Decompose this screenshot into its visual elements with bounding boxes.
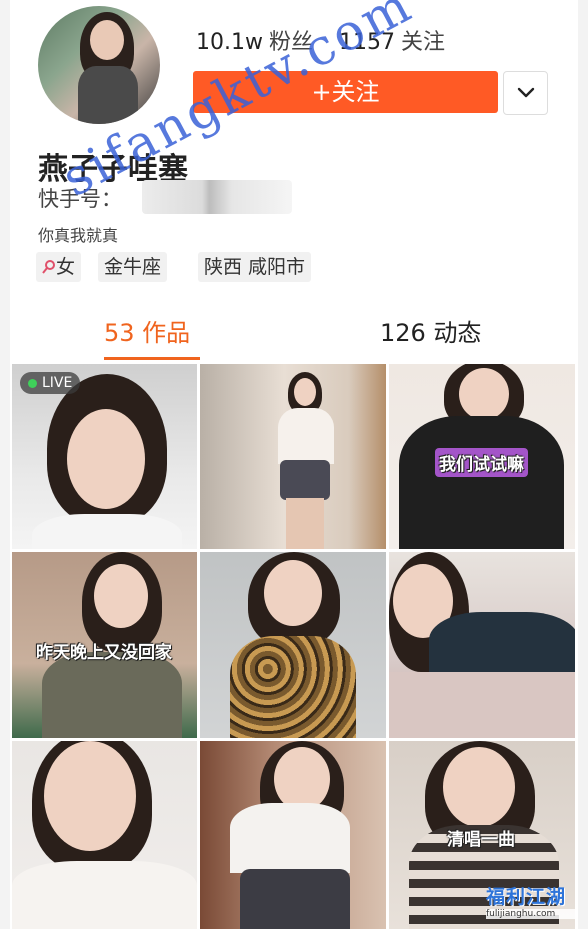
video-thumbnail-6[interactable] [389, 552, 575, 738]
corner-logo: 福利江湖 fulijianghu.com [486, 882, 578, 926]
live-badge: LIVE [20, 372, 81, 394]
video-thumbnail-5[interactable] [200, 552, 386, 738]
live-label: LIVE [42, 375, 73, 391]
video-thumbnail-8[interactable] [200, 741, 386, 929]
tab-moments[interactable]: 126 动态 [380, 313, 481, 348]
right-edge [578, 0, 588, 929]
video-thumbnail-2[interactable] [200, 364, 386, 549]
profile-bio: 你真我就真 [38, 226, 119, 245]
tab-works[interactable]: 53 作品 [104, 313, 190, 348]
more-options-button[interactable] [503, 71, 548, 115]
left-edge [0, 0, 10, 929]
video-thumbnail-3[interactable]: 我们试试嘛 [389, 364, 575, 549]
video-caption-3: 我们试试嘛 [435, 448, 528, 477]
tab-active-indicator [104, 357, 200, 360]
gender-label: 女 [56, 256, 76, 278]
kuaishou-id-redacted [142, 180, 292, 214]
video-grid: LIVE 我们试试嘛 昨天晚上又没回家 清唱一曲 [12, 364, 575, 929]
location-tag: 陕西 咸阳市 [198, 252, 312, 282]
video-caption-9: 清唱一曲 [447, 830, 515, 850]
female-icon [42, 260, 55, 274]
corner-domain: fulijianghu.com [486, 909, 578, 919]
gender-tag: 女 [36, 252, 82, 282]
chevron-down-icon [517, 87, 534, 98]
video-caption-4: 昨天晚上又没回家 [36, 643, 172, 663]
profile-avatar[interactable] [38, 6, 160, 124]
video-thumbnail-1[interactable]: LIVE [12, 364, 197, 549]
video-thumbnail-4[interactable]: 昨天晚上又没回家 [12, 552, 197, 738]
live-dot-icon [28, 378, 37, 388]
corner-brand: 福利江湖 [486, 886, 567, 908]
video-thumbnail-7[interactable] [12, 741, 197, 929]
zodiac-tag: 金牛座 [98, 252, 168, 282]
